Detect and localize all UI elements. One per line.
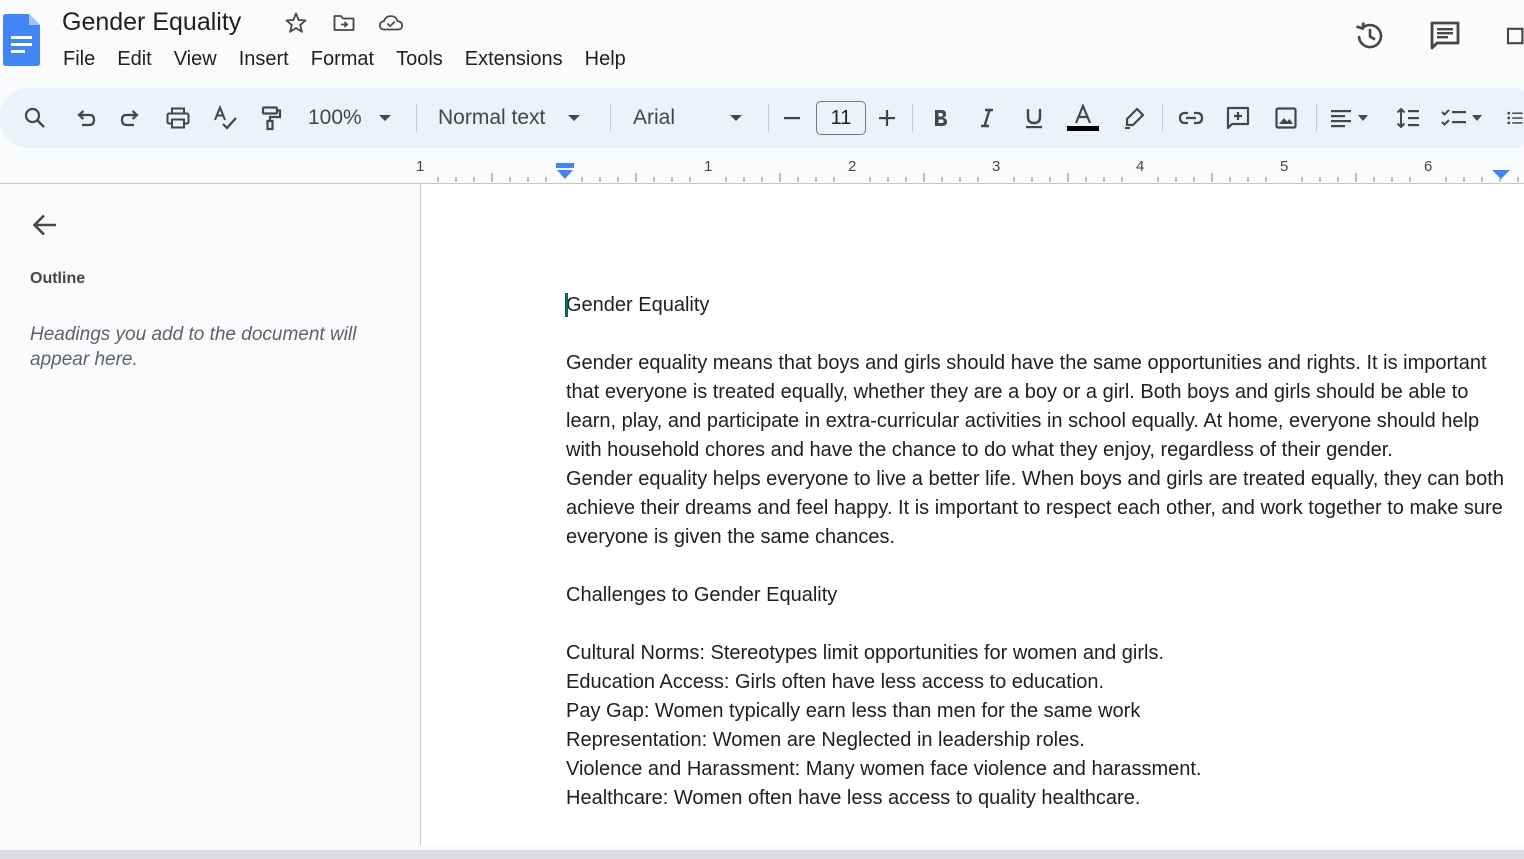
- align-select[interactable]: [1328, 100, 1380, 136]
- version-history-icon[interactable]: [1352, 18, 1388, 54]
- ruler-number: 6: [1424, 158, 1433, 175]
- ruler-number: 5: [1280, 158, 1289, 175]
- bold-icon[interactable]: [925, 100, 955, 136]
- document-outline-panel: Outline Headings you add to the document…: [0, 184, 421, 845]
- insert-image-icon[interactable]: [1270, 100, 1302, 136]
- toolbar-divider: [1316, 104, 1317, 132]
- cloud-saved-icon[interactable]: [378, 10, 404, 36]
- insert-link-icon[interactable]: [1175, 100, 1207, 136]
- document-title[interactable]: Gender Equality: [62, 6, 241, 38]
- comments-icon[interactable]: [1427, 18, 1463, 54]
- font-size-input[interactable]: 11: [816, 101, 866, 135]
- undo-icon[interactable]: [70, 100, 100, 136]
- menu-bar: File Edit View Insert Format Tools Exten…: [52, 44, 637, 74]
- zoom-dropdown-icon: [378, 115, 391, 121]
- ruler-number: 1: [416, 158, 425, 175]
- toolbar-divider: [610, 104, 611, 132]
- list-item[interactable]: Violence and Harassment: Many women face…: [566, 755, 1506, 784]
- decrease-font-size-icon[interactable]: [778, 100, 806, 136]
- line-spacing-icon[interactable]: [1392, 100, 1424, 136]
- paragraph[interactable]: Gender equality means that boys and girl…: [566, 349, 1506, 465]
- paragraph-style-select[interactable]: Normal text: [430, 100, 600, 136]
- align-dropdown-icon: [1358, 115, 1368, 121]
- paragraph-style-value: Normal text: [438, 106, 546, 129]
- move-folder-icon[interactable]: [331, 10, 357, 36]
- meet-icon[interactable]: [1500, 18, 1524, 54]
- horizontal-ruler[interactable]: 1 1 2 3 4 5 6: [0, 152, 1524, 184]
- underline-icon[interactable]: [1019, 100, 1049, 136]
- empty-line: [566, 610, 1506, 639]
- italic-icon[interactable]: [972, 100, 1002, 136]
- toolbar-divider: [416, 104, 417, 132]
- star-icon[interactable]: [283, 10, 309, 36]
- list-item[interactable]: Pay Gap: Women typically earn less than …: [566, 697, 1506, 726]
- spellcheck-icon[interactable]: [210, 100, 240, 136]
- list-item[interactable]: Education Access: Girls often have less …: [566, 668, 1506, 697]
- ruler-number: 2: [848, 158, 857, 175]
- document-page[interactable]: Gender Equality Gender equality means th…: [422, 184, 1524, 845]
- align-left-icon: [1331, 110, 1351, 128]
- checklist-dropdown-icon: [1472, 115, 1482, 121]
- text-cursor: [565, 293, 568, 317]
- list-item[interactable]: Representation: Women are Neglected in l…: [566, 726, 1506, 755]
- docs-logo-icon[interactable]: [3, 14, 40, 66]
- search-menus-icon[interactable]: [20, 100, 50, 136]
- paint-format-icon[interactable]: [256, 100, 286, 136]
- zoom-value: 100%: [308, 106, 362, 129]
- redo-icon[interactable]: [116, 100, 146, 136]
- ruler-number: 1: [704, 158, 713, 175]
- toolbar-divider: [768, 104, 769, 132]
- font-family-select[interactable]: Arial: [625, 100, 761, 136]
- app-header: Gender Equality File Edit View Insert Fo…: [0, 0, 1524, 86]
- document-body[interactable]: Gender Equality Gender equality means th…: [565, 291, 1506, 813]
- add-comment-icon[interactable]: [1222, 100, 1254, 136]
- menu-help[interactable]: Help: [574, 44, 637, 74]
- empty-line: [566, 552, 1506, 581]
- empty-line: [566, 320, 1506, 349]
- highlight-color-icon[interactable]: [1118, 100, 1150, 136]
- font-family-value: Arial: [633, 106, 676, 129]
- ruler-number: 3: [992, 158, 1001, 175]
- toolbar-divider: [1162, 104, 1163, 132]
- menu-tools[interactable]: Tools: [385, 44, 454, 74]
- formatting-toolbar: 100% Normal text Arial 11: [0, 88, 1524, 148]
- font-dropdown-icon: [730, 115, 743, 121]
- paragraph[interactable]: Gender equality helps everyone to live a…: [566, 465, 1506, 552]
- outline-title: Outline: [30, 270, 86, 287]
- list-item[interactable]: Healthcare: Women often have less access…: [566, 784, 1506, 813]
- toolbar-divider: [912, 104, 913, 132]
- menu-view[interactable]: View: [163, 44, 228, 74]
- menu-extensions[interactable]: Extensions: [454, 44, 574, 74]
- zoom-select[interactable]: 100%: [300, 100, 410, 136]
- style-dropdown-icon: [568, 115, 581, 121]
- menu-insert[interactable]: Insert: [228, 44, 300, 74]
- increase-font-size-icon[interactable]: [873, 100, 901, 136]
- menu-format[interactable]: Format: [300, 44, 385, 74]
- horizontal-scrollbar[interactable]: [0, 850, 1524, 859]
- right-indent-marker-icon[interactable]: [1491, 169, 1511, 180]
- print-icon[interactable]: [163, 100, 193, 136]
- checklist-select[interactable]: [1440, 100, 1496, 136]
- back-arrow-icon[interactable]: [28, 208, 62, 242]
- ruler-number: 4: [1136, 158, 1145, 175]
- text-color-icon[interactable]: [1065, 100, 1101, 136]
- ruler-ticks: [437, 173, 1519, 182]
- left-indent-marker-icon[interactable]: [555, 162, 575, 180]
- menu-edit[interactable]: Edit: [106, 44, 162, 74]
- document-heading[interactable]: Gender Equality: [566, 291, 1506, 320]
- outline-empty-message: Headings you add to the document will ap…: [30, 324, 357, 370]
- section-heading[interactable]: Challenges to Gender Equality: [566, 581, 1506, 610]
- menu-file[interactable]: File: [52, 44, 106, 74]
- list-item[interactable]: Cultural Norms: Stereotypes limit opport…: [566, 639, 1506, 668]
- checklist-icon: [1441, 109, 1466, 126]
- bulleted-list-icon[interactable]: [1506, 100, 1524, 136]
